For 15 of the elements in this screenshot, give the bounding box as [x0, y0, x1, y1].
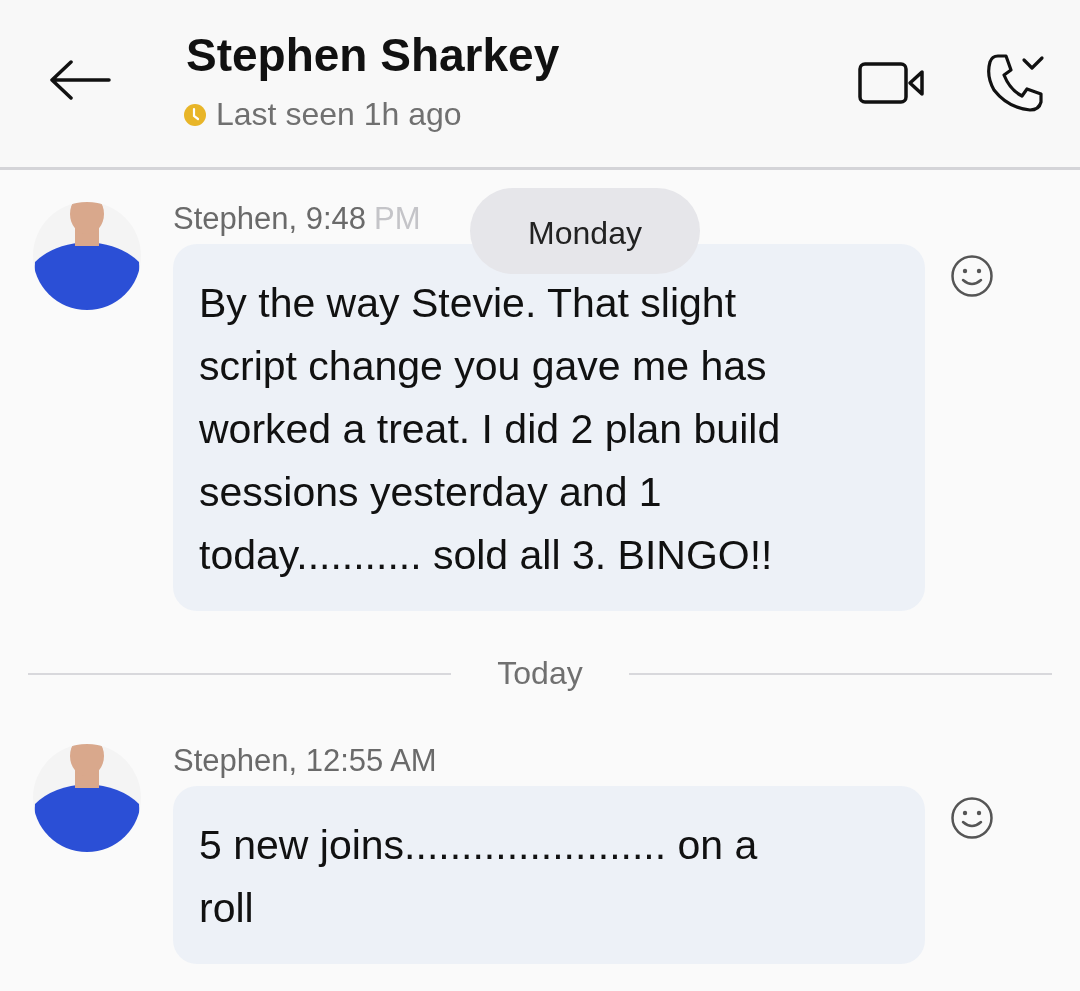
emoji-reaction-button[interactable] — [950, 796, 994, 840]
smiley-icon — [950, 254, 994, 298]
last-seen-status: Last seen 1h ago — [216, 96, 462, 133]
emoji-reaction-button[interactable] — [950, 254, 994, 298]
sender-time: Stephen, 12:55 AM — [173, 742, 437, 780]
phone-caret-icon — [984, 52, 1046, 114]
video-camera-icon — [858, 60, 926, 106]
video-call-button[interactable] — [858, 60, 926, 106]
contact-name: Stephen Sharkey — [186, 28, 561, 82]
sender-time: Stephen, 9:48 — [173, 200, 367, 238]
back-arrow-icon — [49, 60, 111, 100]
message-bubble: 5 new joins....................... on a roll — [173, 786, 925, 964]
smiley-icon — [950, 796, 994, 840]
date-divider-label: Today — [497, 655, 583, 692]
call-button[interactable] — [984, 52, 1046, 114]
